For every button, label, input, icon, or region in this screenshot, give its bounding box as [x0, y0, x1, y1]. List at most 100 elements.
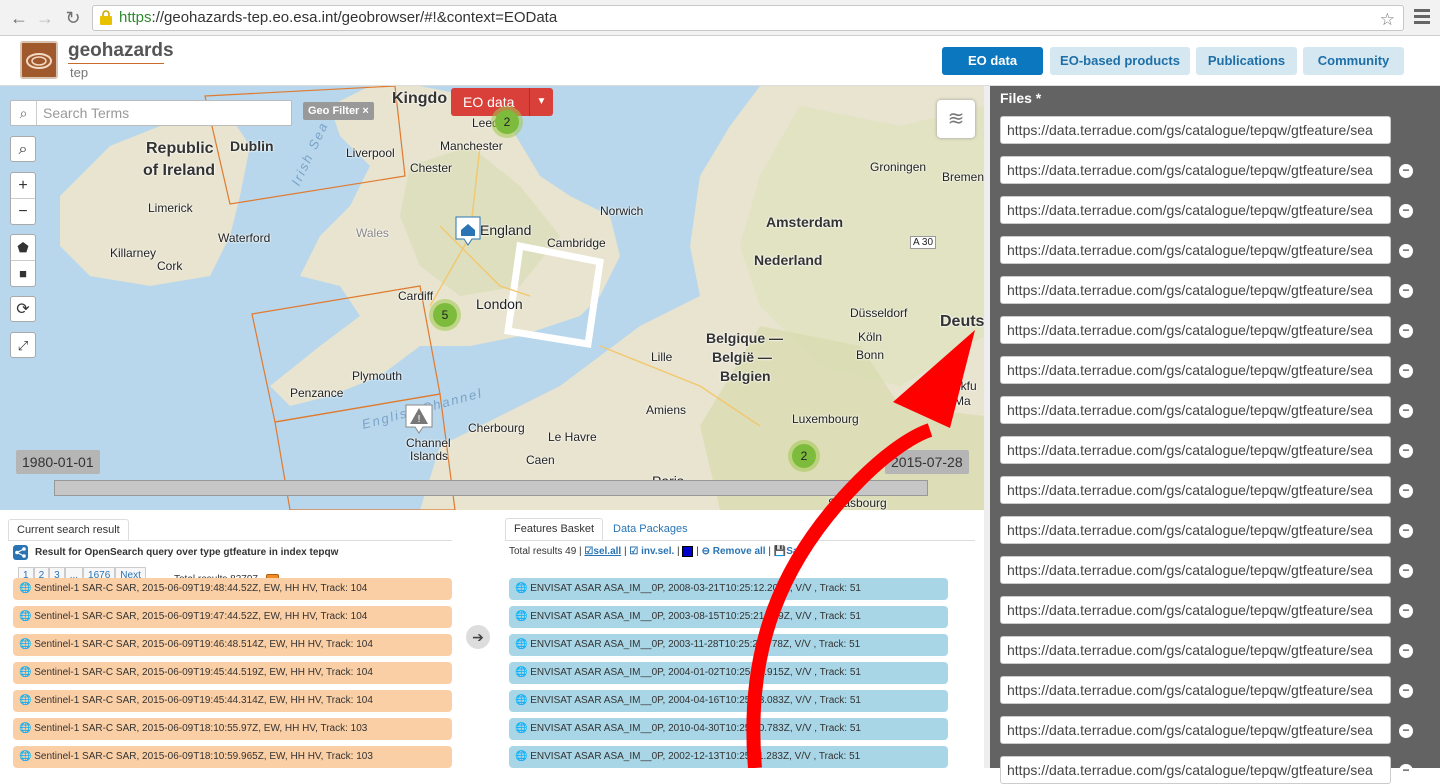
geo-filter-badge[interactable]: Geo Filter ×: [303, 102, 374, 120]
remove-file-icon[interactable]: −: [1399, 364, 1413, 378]
tab-features-basket[interactable]: Features Basket: [505, 518, 604, 540]
tab-current-search-result[interactable]: Current search result: [8, 519, 129, 541]
map-view[interactable]: Kingdo Leeds Republic of Ireland Dublin …: [0, 86, 984, 510]
address-bar[interactable]: https://geohazards-tep.eo.esa.int/geobro…: [92, 5, 1404, 31]
map-label-bremen: Bremen: [942, 170, 984, 184]
remove-file-icon[interactable]: −: [1399, 684, 1413, 698]
remove-file-icon[interactable]: −: [1399, 484, 1413, 498]
result-row[interactable]: 🌐 Sentinel-1 SAR-C SAR, 2015-06-09T19:46…: [13, 634, 452, 656]
result-row[interactable]: 🌐 Sentinel-1 SAR-C SAR, 2015-06-09T19:47…: [13, 606, 452, 628]
basket-row[interactable]: 🌐 ENVISAT ASAR ASA_IM__0P, 2003-08-15T10…: [509, 606, 948, 628]
remove-file-icon[interactable]: −: [1399, 324, 1413, 338]
result-row[interactable]: 🌐 Sentinel-1 SAR-C SAR, 2015-06-09T18:10…: [13, 746, 452, 768]
file-url-input[interactable]: https://data.terradue.com/gs/catalogue/t…: [1000, 236, 1391, 264]
cluster-marker[interactable]: 5: [429, 299, 461, 331]
back-icon[interactable]: ←: [8, 7, 30, 29]
basket-row[interactable]: 🌐 ENVISAT ASAR ASA_IM__0P, 2008-03-21T10…: [509, 578, 948, 600]
file-url-input[interactable]: https://data.terradue.com/gs/catalogue/t…: [1000, 676, 1391, 704]
remove-file-icon[interactable]: −: [1399, 404, 1413, 418]
basket-row[interactable]: 🌐 ENVISAT ASAR ASA_IM__0P, 2004-04-16T10…: [509, 690, 948, 712]
file-url-input[interactable]: https://data.terradue.com/gs/catalogue/t…: [1000, 276, 1391, 304]
layers-icon[interactable]: ≋: [937, 100, 975, 138]
tab-eo-based-products[interactable]: EO-based products: [1050, 47, 1190, 75]
share-icon[interactable]: [13, 545, 28, 560]
remove-file-icon[interactable]: −: [1399, 244, 1413, 258]
file-url-input[interactable]: https://data.terradue.com/gs/catalogue/t…: [1000, 556, 1391, 584]
bookmark-star-icon[interactable]: ☆: [1380, 8, 1395, 32]
file-url-input[interactable]: https://data.terradue.com/gs/catalogue/t…: [1000, 596, 1391, 624]
rectangle-icon[interactable]: ■: [11, 261, 35, 287]
cluster-marker[interactable]: 2: [491, 106, 523, 138]
remove-file-icon[interactable]: −: [1399, 204, 1413, 218]
logo-subtitle: tep: [70, 65, 89, 80]
result-row[interactable]: 🌐 Sentinel-1 SAR-C SAR, 2015-06-09T19:48…: [13, 578, 452, 600]
file-url-input[interactable]: https://data.terradue.com/gs/catalogue/t…: [1000, 716, 1391, 744]
file-url-input[interactable]: https://data.terradue.com/gs/catalogue/t…: [1000, 116, 1391, 144]
fullscreen-icon[interactable]: ⤢: [10, 332, 36, 358]
remove-file-icon[interactable]: −: [1399, 764, 1413, 778]
file-url-input[interactable]: https://data.terradue.com/gs/catalogue/t…: [1000, 436, 1391, 464]
file-url-input[interactable]: https://data.terradue.com/gs/catalogue/t…: [1000, 316, 1391, 344]
file-url-input[interactable]: https://data.terradue.com/gs/catalogue/t…: [1000, 196, 1391, 224]
basket-row[interactable]: 🌐 ENVISAT ASAR ASA_IM__0P, 2010-04-30T10…: [509, 718, 948, 740]
remove-file-icon[interactable]: −: [1399, 524, 1413, 538]
file-url-input[interactable]: https://data.terradue.com/gs/catalogue/t…: [1000, 396, 1391, 424]
remove-file-icon[interactable]: −: [1399, 164, 1413, 178]
cluster-marker[interactable]: 2: [788, 440, 820, 472]
browser-menu-icon[interactable]: [1414, 9, 1430, 27]
zoom-search-button[interactable]: ⌕: [10, 136, 36, 162]
basket-row-text: ENVISAT ASAR ASA_IM__0P, 2004-04-16T10:2…: [530, 695, 861, 706]
zoom-in-button[interactable]: +: [11, 173, 35, 199]
forward-icon[interactable]: →: [34, 7, 56, 29]
map-label-kingdom: Kingdo: [392, 90, 448, 107]
remove-file-icon[interactable]: −: [1399, 604, 1413, 618]
map-label-dusseldorf: Düsseldorf: [850, 306, 908, 320]
map-label-london: London: [476, 296, 523, 312]
basket-row[interactable]: 🌐 ENVISAT ASAR ASA_IM__0P, 2002-12-13T10…: [509, 746, 948, 768]
basket-row-text: ENVISAT ASAR ASA_IM__0P, 2002-12-13T10:2…: [530, 751, 861, 762]
basket-row[interactable]: 🌐 ENVISAT ASAR ASA_IM__0P, 2003-11-28T10…: [509, 634, 948, 656]
remove-file-icon[interactable]: −: [1399, 724, 1413, 738]
color-swatch-blue[interactable]: [682, 546, 694, 557]
home-marker-icon[interactable]: [455, 216, 481, 246]
basket-row[interactable]: 🌐 ENVISAT ASAR ASA_IM__0P, 2004-01-02T10…: [509, 662, 948, 684]
remove-all-link[interactable]: ⊖ Remove all: [702, 546, 766, 557]
warning-marker-icon[interactable]: !: [405, 404, 433, 434]
chevron-down-icon[interactable]: ▼: [529, 88, 553, 116]
basket-toolbar: Total results 49 | ☑sel.all | ☑ inv.sel.…: [509, 546, 810, 558]
logo-icon[interactable]: [20, 41, 58, 79]
lock-icon: [100, 10, 112, 25]
result-row[interactable]: 🌐 Sentinel-1 SAR-C SAR, 2015-06-09T18:10…: [13, 718, 452, 740]
tab-publications[interactable]: Publications: [1196, 47, 1297, 75]
time-range-slider[interactable]: [54, 480, 928, 496]
file-url-input[interactable]: https://data.terradue.com/gs/catalogue/t…: [1000, 636, 1391, 664]
tab-community[interactable]: Community: [1303, 47, 1404, 75]
reload-icon[interactable]: ↻: [62, 7, 84, 29]
invert-selection-link[interactable]: ☑ inv.sel.: [629, 546, 674, 557]
file-url-input[interactable]: https://data.terradue.com/gs/catalogue/t…: [1000, 356, 1391, 384]
polygon-icon[interactable]: ⬟: [11, 235, 35, 261]
map-label-liverpool: Liverpool: [346, 146, 395, 160]
zoom-out-button[interactable]: −: [11, 199, 35, 225]
search-input[interactable]: ⌕ Search Terms: [10, 100, 292, 126]
remove-file-icon[interactable]: −: [1399, 564, 1413, 578]
file-url-input[interactable]: https://data.terradue.com/gs/catalogue/t…: [1000, 156, 1391, 184]
map-label-england: England: [480, 222, 532, 238]
draw-tools: ⬟ ■: [10, 234, 36, 287]
remove-file-icon[interactable]: −: [1399, 644, 1413, 658]
result-row[interactable]: 🌐 Sentinel-1 SAR-C SAR, 2015-06-09T19:45…: [13, 662, 452, 684]
remove-file-icon[interactable]: −: [1399, 284, 1413, 298]
remove-file-icon[interactable]: −: [1399, 444, 1413, 458]
query-description: Result for OpenSearch query over type gt…: [35, 547, 339, 558]
file-url-input[interactable]: https://data.terradue.com/gs/catalogue/t…: [1000, 756, 1391, 784]
tab-data-packages[interactable]: Data Packages: [605, 519, 696, 541]
result-row[interactable]: 🌐 Sentinel-1 SAR-C SAR, 2015-06-09T19:45…: [13, 690, 452, 712]
save-link[interactable]: 💾Save: [774, 546, 810, 557]
refresh-icon[interactable]: ⟳: [10, 296, 36, 322]
file-url-input[interactable]: https://data.terradue.com/gs/catalogue/t…: [1000, 476, 1391, 504]
add-to-basket-arrow-icon[interactable]: ➔: [466, 625, 490, 649]
map-label-luxembourg: Luxembourg: [792, 412, 859, 426]
select-all-link[interactable]: ☑sel.all: [584, 546, 621, 557]
tab-eo-data[interactable]: EO data: [942, 47, 1043, 75]
file-url-input[interactable]: https://data.terradue.com/gs/catalogue/t…: [1000, 516, 1391, 544]
